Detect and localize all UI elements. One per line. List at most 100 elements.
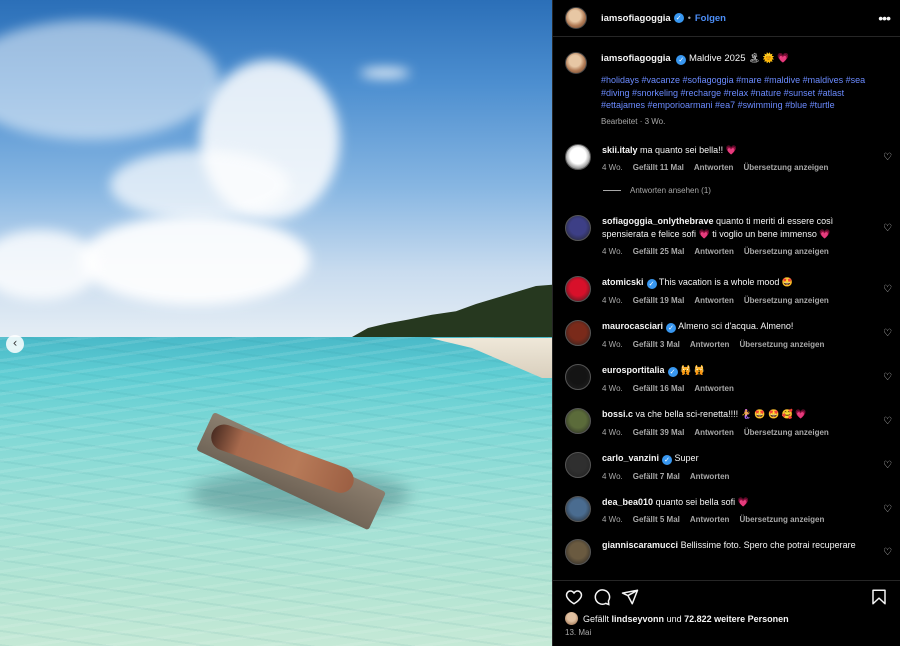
comment-age: 4 Wo. [602,163,623,172]
caption-username[interactable]: iamsofiagoggia [601,53,671,64]
comment-username[interactable]: bossi.c [602,409,633,419]
reply-button[interactable]: Antworten [694,428,734,437]
reply-button[interactable]: Antworten [694,296,734,305]
comment-text: This vacation is a whole mood 🤩 [658,277,794,287]
comment-text-line: sofiagoggia_onlythebrave quanto ti merit… [602,215,870,240]
comment-avatar[interactable] [565,408,591,434]
comments-scroll-area[interactable]: iamsofiagoggia ✓ Maldive 2025 🏝 🌞 💗 #hol… [553,38,900,579]
comment-meta: 4 Wo. Gefällt 3 Mal Antworten Übersetzung a… [602,340,870,349]
comment-text-line: eurosportitalia ✓ 🙀 🙀 [602,364,870,377]
heart-icon[interactable]: ♡ [883,328,892,339]
comment-username[interactable]: carlo_vanzini [602,453,659,463]
comment-likes[interactable]: Gefällt 7 Mal [633,472,680,481]
comment-username[interactable]: atomicski [602,277,644,287]
comment-meta: 4 Wo. Gefällt 16 Mal Antworten [602,384,870,393]
comment-age: 4 Wo. [602,296,623,305]
translate-button[interactable]: Übersetzung anzeigen [744,296,829,305]
comment-likes[interactable]: Gefällt 5 Mal [633,515,680,524]
caption-avatar[interactable] [565,52,587,74]
reply-button[interactable]: Antworten [690,340,730,349]
heart-icon[interactable]: ♡ [883,547,892,558]
comment-avatar[interactable] [565,320,591,346]
verified-icon: ✓ [662,454,673,465]
heart-icon[interactable]: ♡ [883,504,892,515]
comment-text-line: skii.italy ma quanto sei bella!! 💗 [602,144,870,157]
more-horizontal-icon[interactable]: ••• [878,10,891,26]
comment-username[interactable]: sofiagoggia_onlythebrave [602,216,714,226]
comment-avatar[interactable] [565,495,591,522]
comment-body: gianniscaramucci Bellissime foto. Spero … [602,539,888,552]
translate-button[interactable]: Übersetzung anzeigen [739,515,824,524]
reply-button[interactable]: Antworten [694,247,734,256]
comment-item: atomicski ✓ This vacation is a whole mood… [553,276,900,305]
comment-avatar[interactable] [565,143,591,170]
reply-button[interactable]: Antworten [690,472,730,481]
comment-item: carlo_vanzini ✓ Super 4 Wo. Gefällt 7 Mal An… [553,451,900,481]
likes-summary: Gefällt lindseyvonn und 72.822 weitere P… [553,606,900,625]
follow-button[interactable]: Folgen [695,13,726,24]
comment-age: 4 Wo. [602,515,623,524]
heart-icon[interactable]: ♡ [883,460,892,471]
comment-item: skii.italy ma quanto sei bella!! 💗 4 Wo. G… [553,143,900,172]
comment-avatar[interactable] [565,451,591,478]
comment-meta: 4 Wo. Gefällt 39 Mal Antworten Übersetzung … [602,428,870,437]
chevron-left-icon[interactable]: ‹ [6,335,24,353]
comment-text-line: atomicski ✓ This vacation is a whole mood… [602,276,870,289]
comment-meta: 4 Wo. Gefällt 7 Mal Antworten [602,472,870,481]
comment-text-line: dea_bea010 quanto sei bella sofi 💗 [602,496,870,509]
translate-button[interactable]: Übersetzung anzeigen [743,163,828,172]
comment-username[interactable]: maurocasciari [602,321,663,331]
comment-text: quanto sei bella sofi 💗 [655,496,749,507]
comment-meta: 4 Wo. Gefällt 11 Mal Antworten Übersetzung … [602,163,870,172]
comment-avatar[interactable] [565,364,591,390]
likes-count[interactable]: 72.822 weitere Personen [684,614,789,624]
comment-likes[interactable]: Gefällt 11 Mal [633,163,684,172]
comment-likes[interactable]: Gefällt 16 Mal [633,384,685,393]
view-replies-label: Antworten ansehen (1) [630,186,711,195]
comment-username[interactable]: dea_bea010 [602,497,653,507]
caption-hashtags[interactable]: #holidays #vacanze #sofiagoggia #mare #m… [601,74,888,112]
reply-button[interactable]: Antworten [694,384,734,393]
comment-icon[interactable] [593,588,611,606]
comment-text: Bellissime foto. Spero che potrai recupe… [680,540,856,550]
comment-avatar[interactable] [565,539,591,565]
comment-item: maurocasciari ✓ Almeno sci d'acqua. Almen… [553,320,900,349]
comment-avatar[interactable] [565,276,591,302]
avatar[interactable] [565,7,587,29]
share-icon[interactable] [621,588,639,606]
heart-icon[interactable]: ♡ [883,416,892,427]
comment-likes[interactable]: Gefällt 25 Mal [633,247,685,256]
post-caption: iamsofiagoggia ✓ Maldive 2025 🏝 🌞 💗 #hol… [553,38,900,126]
comment-likes[interactable]: Gefällt 39 Mal [633,428,685,437]
heart-icon[interactable]: ♡ [883,284,892,295]
header-username[interactable]: iamsofiagoggia [601,13,671,24]
comment-text-line: gianniscaramucci Bellissime foto. Spero … [602,539,870,552]
verified-icon: ✓ [646,279,657,289]
comment-list: skii.italy ma quanto sei bella!! 💗 4 Wo. G… [553,143,900,565]
comment-item: dea_bea010 quanto sei bella sofi 💗 4 Wo. G… [553,495,900,524]
comment-username[interactable]: gianniscaramucci [602,540,678,550]
heart-icon[interactable] [565,588,583,606]
likes-user[interactable]: lindseyvonn [612,614,665,624]
caption-line: iamsofiagoggia ✓ Maldive 2025 🏝 🌞 💗 [601,52,888,65]
post-header: iamsofiagoggia ✓ • Folgen ••• [553,0,900,37]
comment-likes[interactable]: Gefällt 3 Mal [633,340,680,349]
bookmark-icon[interactable] [870,588,888,606]
comment-likes[interactable]: Gefällt 19 Mal [633,296,685,305]
comment-age: 4 Wo. [602,427,623,437]
comment-username[interactable]: skii.italy [602,145,638,155]
heart-icon[interactable]: ♡ [883,372,892,383]
translate-button[interactable]: Übersetzung anzeigen [739,340,824,349]
view-replies-button[interactable]: Antworten ansehen (1) [553,186,900,195]
reply-button[interactable]: Antworten [690,515,730,524]
comment-meta: 4 Wo. Gefällt 19 Mal Antworten Übersetzung … [602,296,870,305]
post-photo[interactable]: ‹ [0,0,552,646]
heart-icon[interactable]: ♡ [883,152,892,163]
translate-button[interactable]: Übersetzung anzeigen [744,428,829,437]
translate-button[interactable]: Übersetzung anzeigen [744,247,829,256]
comment-text: Almeno sci d'acqua. Almeno! [678,321,794,331]
comment-username[interactable]: eurosportitalia [602,365,665,375]
reply-button[interactable]: Antworten [694,163,734,172]
heart-icon[interactable]: ♡ [883,223,892,234]
comment-avatar[interactable] [565,215,591,241]
